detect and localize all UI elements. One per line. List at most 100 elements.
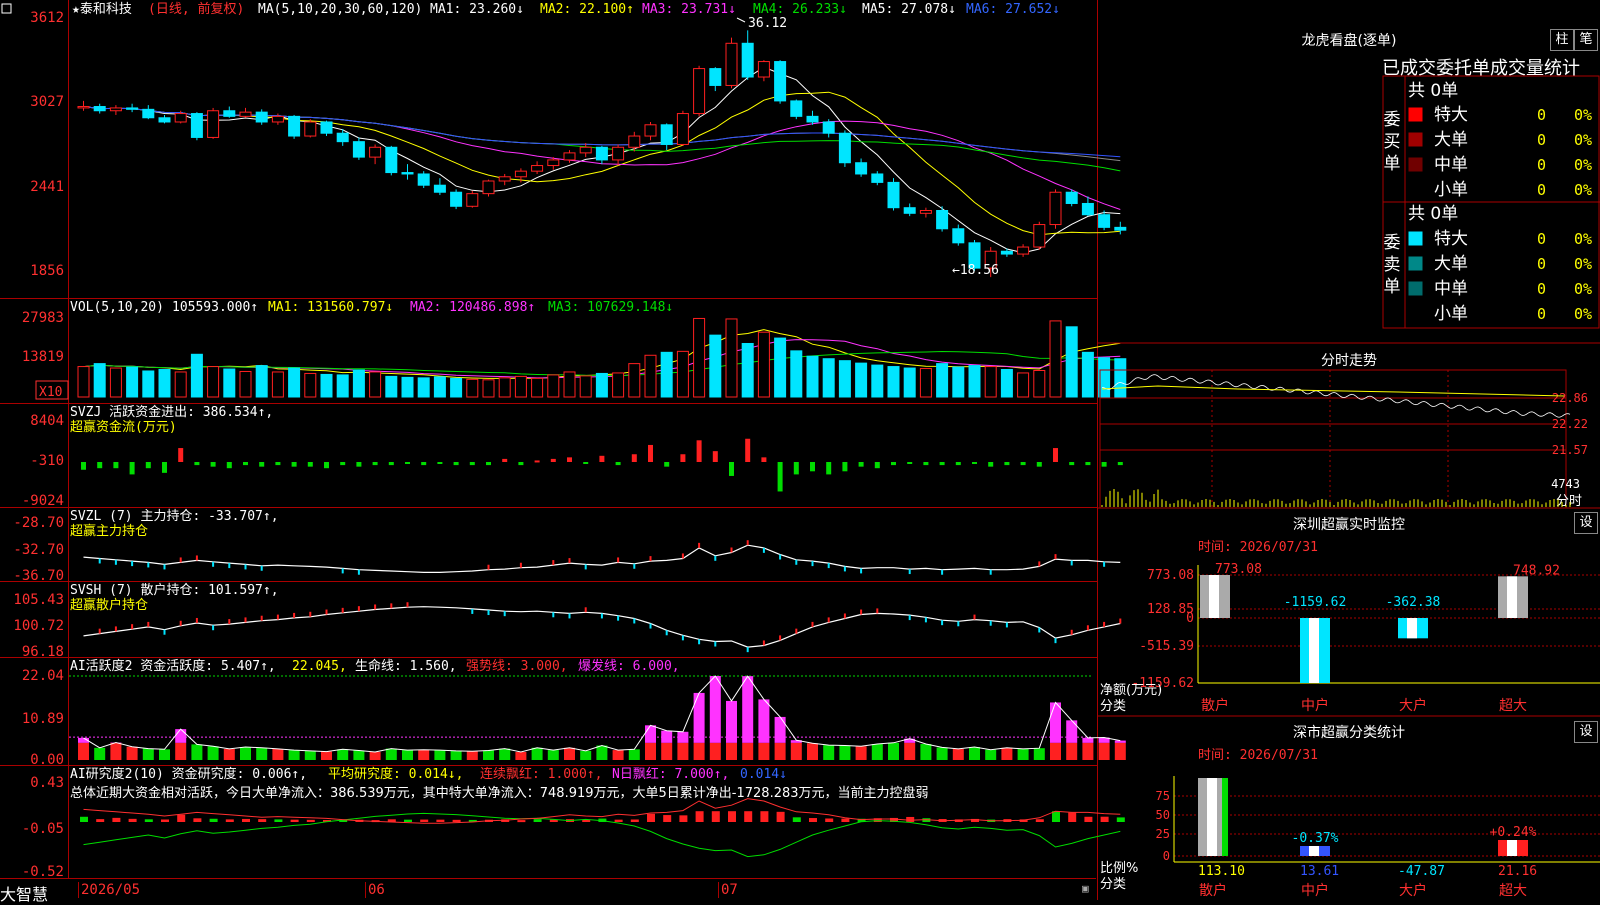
svzj-header: SVZJ 活跃资金进出: 386.534↑, (70, 404, 273, 420)
ai-research-panel[interactable] (80, 799, 1125, 857)
classify-settings-button[interactable]: 设 (1574, 721, 1598, 743)
volume-bar (370, 372, 381, 397)
fund-flow-bar (664, 462, 669, 467)
vol-header: VOL(5,10,20) (70, 300, 164, 315)
activity-bar (1018, 749, 1029, 760)
activity-bar (904, 743, 915, 760)
svzj-sub: 超赢资金流(万元) (70, 419, 177, 435)
high-pointer (737, 18, 745, 22)
fund-flow-bar (842, 462, 847, 471)
kline-panel[interactable] (78, 18, 1126, 277)
volume-bar (127, 367, 138, 397)
candle (564, 153, 575, 160)
activity-bar (742, 743, 753, 760)
y-tick: -32.70 (13, 542, 64, 558)
volume-bar (1066, 327, 1077, 397)
fund-flow-bar (470, 462, 475, 465)
footer-bar: 大智慧 2026/05 06 07 ▣ (0, 878, 1096, 901)
ai2-v3: 连续飘红: 1.000↑, (480, 766, 602, 782)
candle (434, 185, 445, 192)
candle (78, 107, 89, 108)
candle (515, 171, 526, 177)
volume-bar (694, 318, 705, 397)
right-sidebar: 龙虎看盘(逐单) 柱 笔 已成交委托单成交量统计 分时走势 深圳超赢实时监控 设… (1098, 0, 1600, 900)
volume-bar (386, 376, 397, 397)
activity-bar (920, 744, 931, 760)
candle (937, 211, 948, 229)
candle (1066, 192, 1077, 203)
research-bar (210, 819, 218, 822)
research-bar (696, 811, 704, 822)
close-icon[interactable] (2, 4, 11, 13)
period-label[interactable]: (日线, 前复权) (148, 1, 244, 17)
fund-flow-bar (405, 462, 410, 464)
volume-bar (677, 351, 688, 397)
vol-unit: X10 (39, 385, 62, 400)
candle (127, 108, 138, 109)
activity-bar (953, 749, 964, 760)
ai-activity-panel[interactable] (69, 676, 1126, 760)
y-tick: -310 (30, 453, 64, 469)
candle (726, 43, 737, 85)
y-tick: 100.72 (13, 618, 64, 634)
research-bar (728, 811, 736, 822)
activity-bar (645, 743, 656, 760)
candle (920, 211, 931, 214)
tick-view-button[interactable]: 笔 (1574, 29, 1598, 51)
activity-bar-top (175, 729, 186, 743)
volume-bar (159, 370, 170, 397)
fund-flow-bar (826, 462, 831, 474)
volume-bar (272, 372, 283, 397)
volume-bar (580, 376, 591, 397)
volume-bar (613, 373, 624, 397)
fund-flow-bar (859, 462, 864, 467)
activity-bar (175, 743, 186, 760)
volume-bar (645, 355, 656, 397)
fund-flow-bar (97, 462, 102, 468)
activity-bar (78, 743, 89, 760)
bar-view-button[interactable]: 柱 (1550, 29, 1574, 51)
ma3-value: MA3: 23.731↓ (642, 2, 736, 17)
activity-bar (872, 744, 883, 760)
activity-line (84, 676, 1121, 752)
activity-bar (580, 751, 591, 760)
candle (467, 194, 478, 207)
research-bar (436, 820, 444, 822)
svsh-sub: 超赢散户持仓 (70, 597, 148, 613)
ma2-value: MA2: 22.100↑ (540, 2, 634, 17)
fund-flow-bar (518, 462, 523, 465)
dragon-tiger-title: 龙虎看盘(逐单) (1098, 30, 1600, 50)
fund-flow-bar (632, 454, 637, 462)
y-tick: 3027 (30, 94, 64, 110)
ai2-summary: 总体近期大资金相对活跃，今日大单净流入：386.539万元，其中特大单净流入：7… (70, 785, 929, 801)
fund-flow-bar (875, 462, 880, 468)
candle (775, 62, 786, 101)
activity-bar (256, 748, 267, 760)
volume-panel[interactable] (78, 318, 1126, 397)
y-tick: 2441 (30, 179, 64, 195)
svzl-panel[interactable] (84, 540, 1121, 575)
fund-flow-bar (794, 462, 799, 474)
classify-title: 深市超赢分类统计 (1098, 722, 1600, 742)
volume-bar (596, 373, 607, 397)
activity-bar (969, 747, 980, 760)
research-bar (825, 818, 833, 822)
svzj-panel[interactable] (81, 439, 1123, 492)
candle (402, 173, 413, 174)
candle (1082, 203, 1093, 214)
activity-bar (758, 743, 769, 760)
y-tick: 22.04 (22, 668, 64, 684)
ma6-value: MA6: 27.652↓ (966, 2, 1060, 17)
fund-flow-bar (680, 454, 685, 462)
volume-bar (208, 367, 219, 397)
candle (272, 116, 283, 122)
ai1-header: AI活跃度2 资金活跃度: 5.407↑, (70, 658, 276, 674)
ai1-v3: 生命线: 1.560, (355, 658, 457, 674)
svsh-panel[interactable] (84, 602, 1121, 652)
volume-bar (856, 363, 867, 397)
monitor-settings-button[interactable]: 设 (1574, 512, 1598, 534)
y-tick: 1856 (30, 263, 64, 279)
fund-flow-bar (1085, 462, 1090, 465)
research-bar (193, 818, 201, 822)
activity-bar (386, 749, 397, 760)
